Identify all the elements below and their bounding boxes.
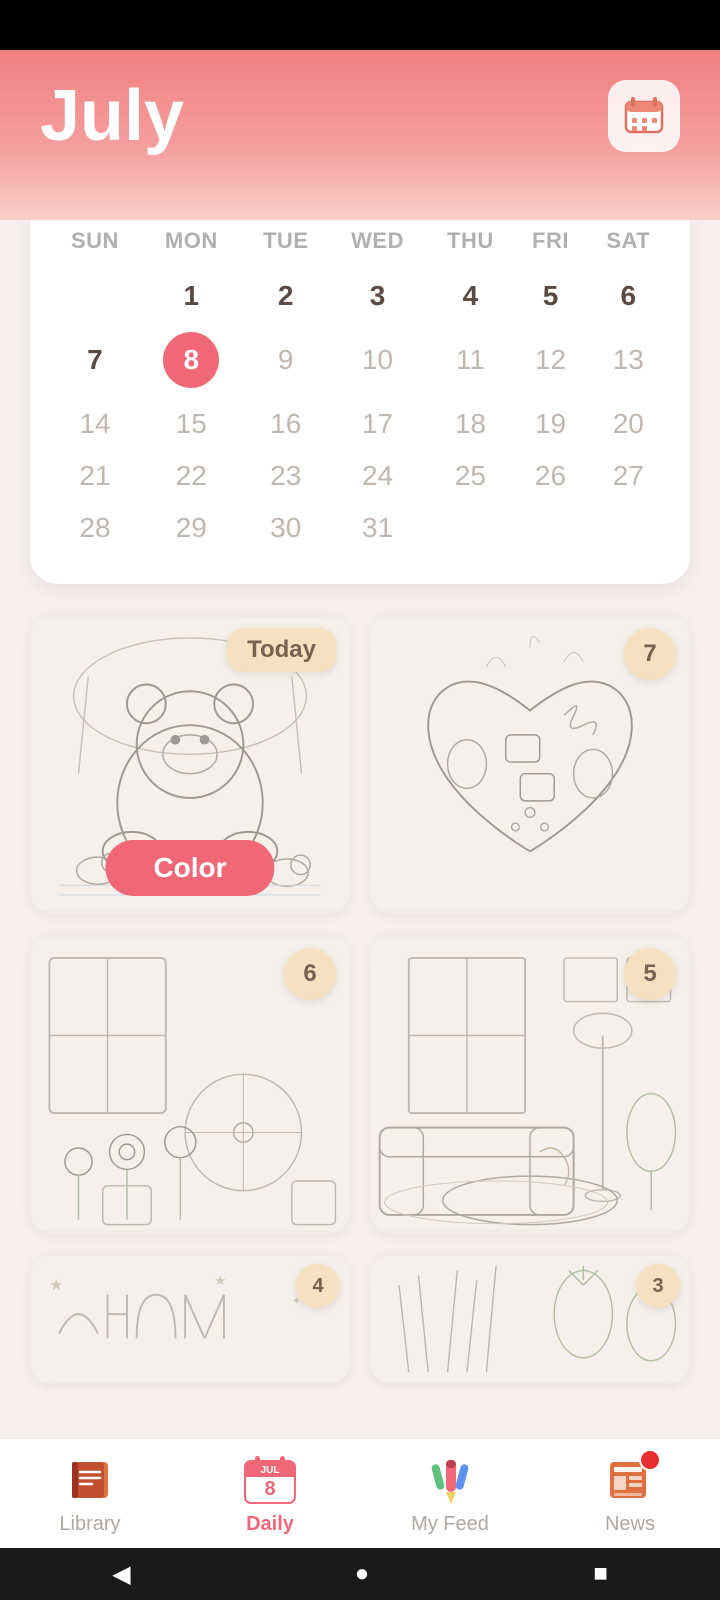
nav-item-news[interactable]: News [540, 1451, 720, 1536]
calendar-card: SUN MON TUE WED THU FRI SAT 123456789101… [30, 190, 690, 584]
partial-card-4[interactable]: ★ ★ ✦ 4 [30, 1254, 350, 1384]
header: July [0, 50, 720, 220]
calendar-day[interactable]: 6 [587, 270, 670, 322]
calendar-day[interactable]: 19 [514, 398, 586, 450]
calendar-day[interactable]: 9 [243, 322, 329, 398]
calendar-day[interactable]: 7 [50, 322, 140, 398]
home-button[interactable]: ● [315, 1552, 410, 1596]
calendar-day[interactable]: 2 [243, 270, 329, 322]
library-icon-svg [64, 1454, 116, 1506]
calendar-day[interactable]: 8 [140, 322, 243, 398]
calendar-day[interactable]: 18 [426, 398, 514, 450]
back-button[interactable]: ◀ [72, 1552, 170, 1597]
card-image-7: 7 [370, 614, 690, 914]
day-badge-7: 7 [624, 628, 676, 680]
day-badge-5: 5 [624, 948, 676, 1000]
calendar-icon-button[interactable] [608, 80, 680, 152]
partial-cards-grid: ★ ★ ✦ 4 [0, 1254, 720, 1384]
coloring-card-5[interactable]: 5 [370, 934, 690, 1234]
news-icon [601, 1451, 659, 1509]
recents-button[interactable]: ■ [553, 1552, 648, 1596]
day-header-sat: SAT [587, 220, 670, 270]
day-header-thu: THU [426, 220, 514, 270]
status-bar [0, 0, 720, 50]
calendar-day[interactable]: 28 [50, 502, 140, 554]
day-header-mon: MON [140, 220, 243, 270]
calendar-day[interactable]: 22 [140, 450, 243, 502]
card-image-6: 6 [30, 934, 350, 1234]
calendar-day[interactable]: 27 [587, 450, 670, 502]
day-header-sun: SUN [50, 220, 140, 270]
svg-text:JUL: JUL [261, 1465, 280, 1476]
myfeed-label: My Feed [411, 1513, 489, 1536]
library-icon [61, 1451, 119, 1509]
coloring-cards-grid: Today Color [0, 614, 720, 1234]
partial-card-3[interactable]: 3 [370, 1254, 690, 1384]
myfeed-icon-svg [424, 1454, 476, 1506]
calendar-icon [622, 94, 666, 138]
calendar-day[interactable]: 16 [243, 398, 329, 450]
calendar-day[interactable]: 29 [140, 502, 243, 554]
calendar-day[interactable]: 25 [426, 450, 514, 502]
card-image-today: Today Color [30, 614, 350, 914]
color-button[interactable]: Color [105, 840, 274, 896]
calendar-day[interactable]: 10 [329, 322, 427, 398]
nav-item-daily[interactable]: JUL 8 Daily [180, 1451, 360, 1536]
partial-image-4: ★ ★ ✦ 4 [30, 1254, 350, 1384]
calendar-day[interactable]: 23 [243, 450, 329, 502]
myfeed-icon [421, 1451, 479, 1509]
calendar-day [514, 502, 586, 554]
daily-icon: JUL 8 [241, 1451, 299, 1509]
day-badge-6: 6 [284, 948, 336, 1000]
library-label: Library [59, 1513, 120, 1536]
calendar-day [587, 502, 670, 554]
calendar-day[interactable]: 17 [329, 398, 427, 450]
day-header-wed: WED [329, 220, 427, 270]
partial-image-3: 3 [370, 1254, 690, 1384]
svg-text:★: ★ [49, 1277, 63, 1294]
card-image-5: 5 [370, 934, 690, 1234]
calendar-day[interactable]: 15 [140, 398, 243, 450]
day-header-fri: FRI [514, 220, 586, 270]
svg-text:★: ★ [214, 1273, 226, 1288]
calendar-day[interactable]: 3 [329, 270, 427, 322]
calendar-day [426, 502, 514, 554]
news-label: News [605, 1513, 655, 1536]
calendar-day[interactable]: 26 [514, 450, 586, 502]
app-container: July SUN MON TUE WED [0, 50, 720, 1564]
calendar-day[interactable]: 24 [329, 450, 427, 502]
calendar-day[interactable]: 21 [50, 450, 140, 502]
day-badge-4: 4 [296, 1264, 340, 1308]
month-title: July [40, 80, 680, 152]
daily-label: Daily [246, 1513, 294, 1536]
calendar-day[interactable]: 12 [514, 322, 586, 398]
nav-item-library[interactable]: Library [0, 1451, 180, 1536]
news-notification-dot [639, 1449, 661, 1471]
calendar-day[interactable]: 1 [140, 270, 243, 322]
calendar-table: SUN MON TUE WED THU FRI SAT 123456789101… [50, 220, 670, 554]
day-header-tue: TUE [243, 220, 329, 270]
svg-text:8: 8 [264, 1478, 275, 1500]
coloring-card-today[interactable]: Today Color [30, 614, 350, 914]
today-badge: Today [227, 628, 336, 672]
calendar-day[interactable]: 5 [514, 270, 586, 322]
coloring-card-6[interactable]: 6 [30, 934, 350, 1234]
calendar-day[interactable]: 30 [243, 502, 329, 554]
system-navigation: ◀ ● ■ [0, 1548, 720, 1600]
day-badge-3: 3 [636, 1264, 680, 1308]
daily-icon-svg: JUL 8 [241, 1451, 299, 1509]
calendar-day[interactable]: 11 [426, 322, 514, 398]
calendar-day[interactable]: 14 [50, 398, 140, 450]
coloring-card-7[interactable]: 7 [370, 614, 690, 914]
calendar-day[interactable]: 31 [329, 502, 427, 554]
bottom-navigation: Library JUL 8 Daily [0, 1438, 720, 1548]
nav-item-myfeed[interactable]: My Feed [360, 1451, 540, 1536]
calendar-day [50, 270, 140, 322]
calendar-day[interactable]: 20 [587, 398, 670, 450]
calendar-day[interactable]: 4 [426, 270, 514, 322]
calendar-day[interactable]: 13 [587, 322, 670, 398]
